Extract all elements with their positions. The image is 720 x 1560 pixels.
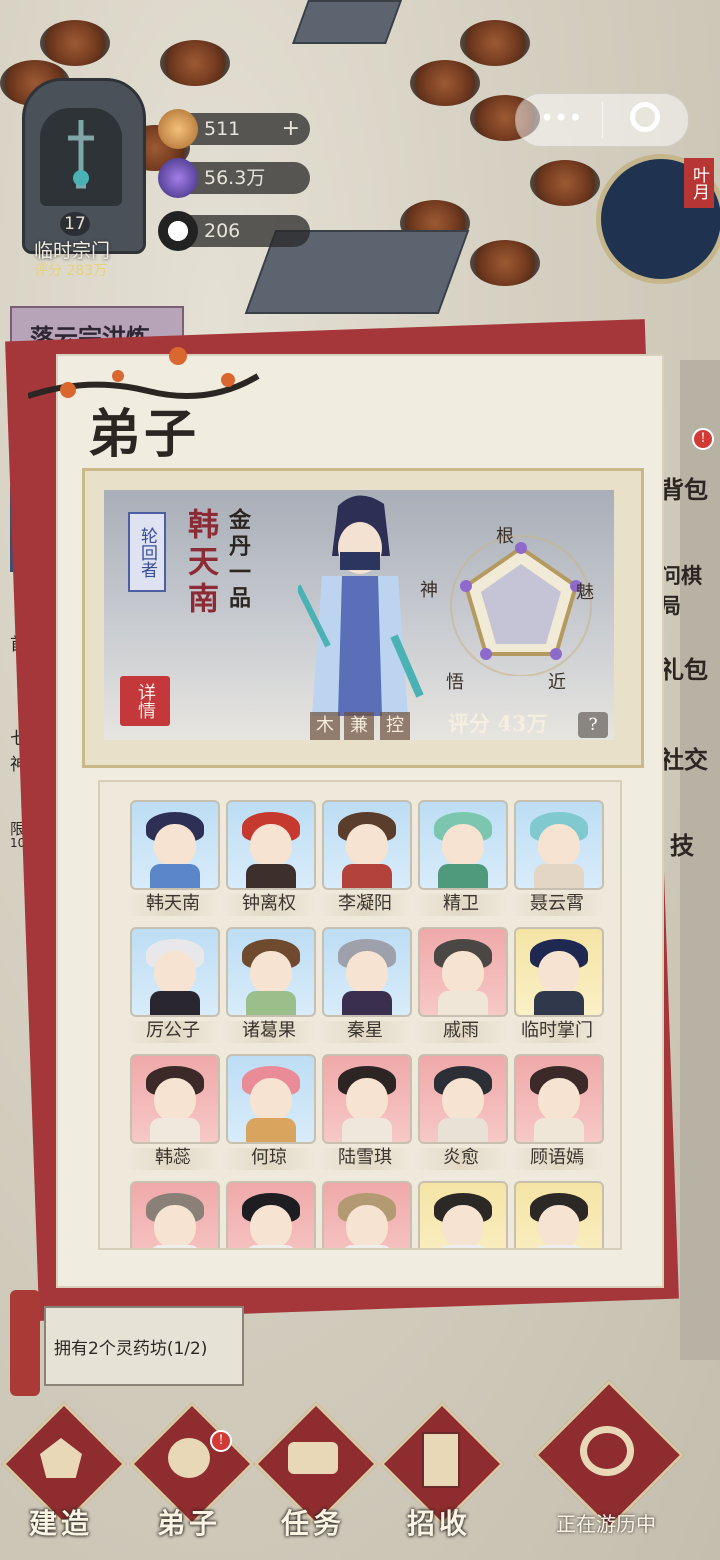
disciple-name: 何琼: [251, 1147, 287, 1168]
spirit-stone-icon: [158, 109, 198, 149]
selected-disciple-name: 韩天南: [182, 508, 218, 619]
radar-label-charm: 魅: [576, 582, 594, 603]
sword-icon: [40, 108, 122, 206]
disciple-name: 厉公子: [146, 1020, 200, 1041]
sect-level: 17: [60, 212, 90, 236]
disciple-name: 临时掌门: [521, 1020, 593, 1041]
disciple-alert-dot: !: [210, 1430, 232, 1452]
disciple-name: 秦星: [347, 1020, 383, 1041]
travel-status: 正在游历中: [556, 1512, 656, 1536]
disciple-name: 精卫: [443, 893, 479, 914]
disciple-tile[interactable]: [130, 1181, 220, 1248]
resource-yinyang: 206: [158, 211, 310, 251]
panel-title: 弟子: [88, 404, 201, 465]
disciple-score: 评分 43万: [448, 711, 548, 736]
detail-button[interactable]: 详情: [120, 676, 170, 726]
disciple-tile[interactable]: [322, 1181, 412, 1248]
disciple-grid: 韩天南 钟离权 李凝阳 精卫 聂云霄厉公子 诸葛果 秦星 戚雨 临时掌门韩蕊 何琼 陆雪琪 炎愈 顾语嫣: [98, 780, 622, 1250]
radar-label-root: 根: [496, 526, 514, 547]
more-menu-button[interactable]: •••: [540, 104, 582, 132]
element-control: 控: [380, 712, 410, 740]
disciple-name: 李凝阳: [338, 893, 392, 914]
side-chess[interactable]: 问棋局: [660, 560, 720, 620]
disciple-tile[interactable]: [514, 927, 604, 1017]
radar-label-insight: 悟: [446, 672, 464, 693]
disciple-tile[interactable]: [322, 927, 412, 1017]
disciple-tile[interactable]: [418, 927, 508, 1017]
add-stone-button[interactable]: +: [282, 113, 300, 145]
side-backpack[interactable]: 背包: [660, 470, 708, 505]
crystal-icon: [158, 158, 198, 198]
task-scroll-icon: [288, 1442, 338, 1474]
disciple-tile[interactable]: [130, 927, 220, 1017]
radar-label-melee: 近: [548, 672, 566, 693]
tip-text: 拥有2个灵药坊(1/2): [54, 1339, 208, 1359]
nav-disciples[interactable]: ! 弟子: [129, 1401, 255, 1540]
disciple-icon: [168, 1438, 210, 1478]
mini-program-capsule: •••: [515, 93, 689, 147]
disciple-tile[interactable]: [130, 800, 220, 890]
disciple-tile[interactable]: [514, 800, 604, 890]
close-program-button[interactable]: [630, 102, 660, 132]
recruit-card-icon: [422, 1432, 460, 1488]
radar-label-spirit: 神: [420, 580, 438, 601]
sect-score: 评分 283万: [34, 263, 108, 279]
disciple-portrait: [295, 486, 424, 726]
element-wood: 木: [310, 712, 340, 740]
travel-cloud-icon: [580, 1426, 634, 1476]
help-button[interactable]: ?: [578, 712, 608, 738]
disciple-name: 韩蕊: [155, 1147, 191, 1168]
disciple-name: 聂云霄: [530, 893, 584, 914]
disciple-tile[interactable]: [226, 800, 316, 890]
side-gift[interactable]: 礼包: [660, 650, 708, 685]
selected-disciple-rank: 金丹一品: [225, 508, 251, 612]
nav-build[interactable]: 建造: [1, 1401, 127, 1540]
disciple-tile[interactable]: [418, 1054, 508, 1144]
disciple-name: 韩天南: [146, 893, 200, 914]
backpack-alert-dot: !: [692, 428, 714, 450]
disciple-tile[interactable]: [130, 1054, 220, 1144]
yinyang-icon: [158, 211, 198, 251]
sect-name: 临时宗门: [34, 240, 111, 262]
disciple-tile[interactable]: [514, 1054, 604, 1144]
disciple-tile[interactable]: [322, 1054, 412, 1144]
travel-button[interactable]: [534, 1380, 686, 1530]
disciple-name: 诸葛果: [242, 1020, 296, 1041]
side-skill[interactable]: 技: [670, 826, 694, 861]
disciple-name: 顾语嫣: [530, 1147, 584, 1168]
disciple-tile[interactable]: [226, 1054, 316, 1144]
disciple-tile[interactable]: [322, 800, 412, 890]
nav-tasks[interactable]: 任务: [253, 1401, 379, 1540]
disciple-tile[interactable]: [418, 800, 508, 890]
season-label: 叶月: [684, 158, 714, 208]
element-both: 兼: [344, 712, 374, 740]
disciple-name: 戚雨: [443, 1020, 479, 1041]
disciple-name: 陆雪琪: [338, 1147, 392, 1168]
disciple-name: 钟离权: [242, 893, 296, 914]
disciple-tile[interactable]: [514, 1181, 604, 1248]
resource-spirit-stone: 511 +: [158, 109, 310, 149]
side-social[interactable]: 社交: [660, 740, 708, 775]
resource-crystal: 56.3万: [158, 158, 310, 198]
disciple-tile[interactable]: [418, 1181, 508, 1248]
disciple-name: 炎愈: [443, 1147, 479, 1168]
nav-recruit[interactable]: 招收: [379, 1401, 505, 1540]
attribute-radar-chart: [446, 526, 596, 677]
reincarnator-badge: 轮回者: [128, 512, 166, 592]
disciple-tile[interactable]: [226, 927, 316, 1017]
disciple-tile[interactable]: [226, 1181, 316, 1248]
